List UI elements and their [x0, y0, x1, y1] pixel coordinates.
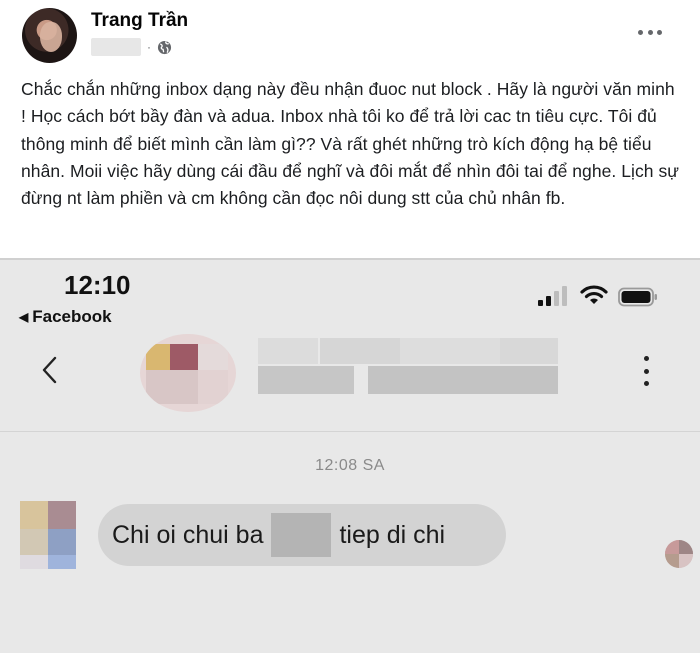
- vertical-dots-icon[interactable]: [641, 356, 651, 386]
- meta-separator: ·: [147, 40, 151, 54]
- battery-icon: [618, 287, 657, 307]
- facebook-post: Trang Trần · Chắc chắn những inbox dạng …: [0, 0, 700, 258]
- contact-status-blurred-part: [368, 366, 558, 394]
- messenger-screenshot: 12:10 ◀ Facebook 12:08 SA Chi oi chui ba…: [0, 258, 700, 653]
- contact-avatar-blurred[interactable]: [140, 334, 236, 412]
- seen-indicator-avatar: [665, 540, 693, 568]
- post-meta: ·: [91, 38, 172, 56]
- globe-icon[interactable]: [157, 40, 172, 55]
- message-text-before: Chi oi chui ba: [112, 520, 264, 549]
- message-blurred-word: [271, 513, 332, 557]
- blurred-timestamp[interactable]: [91, 38, 141, 56]
- chat-header: [0, 326, 700, 432]
- message-text-after: tiep di chi: [339, 520, 446, 549]
- signal-icon: [538, 286, 567, 306]
- post-author-name[interactable]: Trang Trần: [91, 10, 188, 32]
- back-to-app-link[interactable]: ◀ Facebook: [19, 307, 112, 327]
- screenshot-top-border: [0, 258, 700, 260]
- wifi-icon: [580, 285, 608, 304]
- contact-status-blurred: [258, 366, 354, 394]
- chevron-left-icon[interactable]: [38, 352, 62, 388]
- post-body-text: Chắc chắn những inbox dạng này đều nhận …: [21, 79, 680, 209]
- more-horiz-icon[interactable]: [638, 28, 662, 36]
- back-app-label: Facebook: [32, 307, 112, 326]
- contact-name-blurred-part: [500, 338, 558, 364]
- message-bubble[interactable]: Chi oi chui ba tiep di chi: [98, 504, 506, 566]
- author-avatar[interactable]: [22, 8, 77, 63]
- status-bar-time: 12:10: [64, 270, 131, 300]
- sender-avatar-blurred[interactable]: [20, 501, 76, 569]
- contact-name-blurred: [258, 338, 318, 364]
- back-arrow-icon: ◀: [19, 310, 29, 324]
- contact-name-blurred-part: [320, 338, 400, 364]
- message-timestamp: 12:08 SA: [315, 457, 385, 474]
- contact-name-blurred-part: [400, 338, 500, 364]
